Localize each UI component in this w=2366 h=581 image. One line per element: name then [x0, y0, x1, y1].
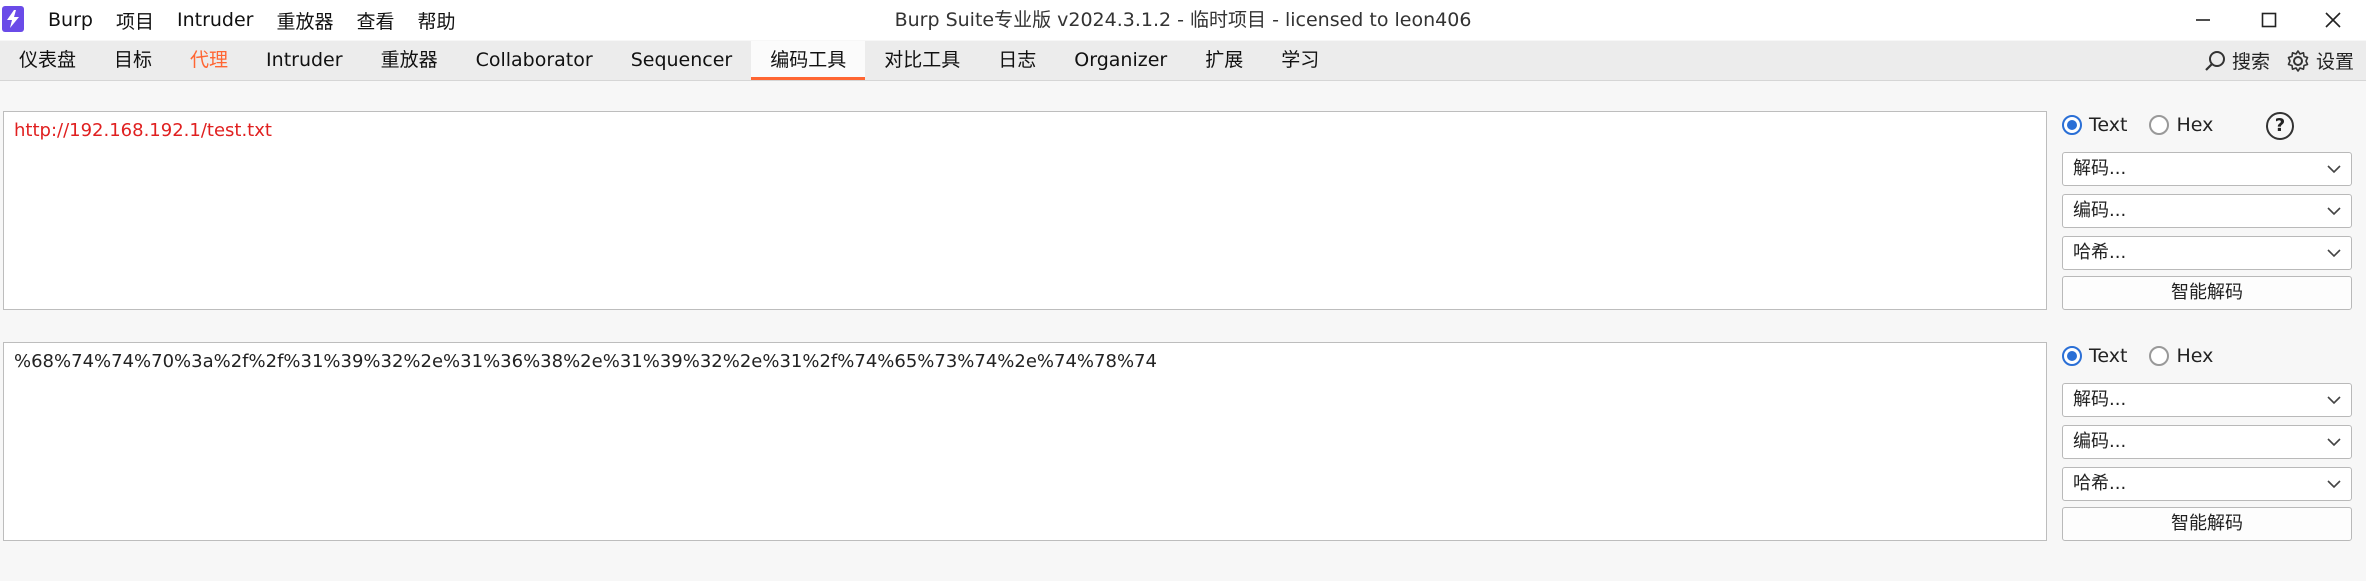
- tab-learn[interactable]: 学习: [1262, 41, 1338, 80]
- decode-as-label: 解码...: [2073, 389, 2127, 410]
- chevron-down-icon: [2327, 249, 2341, 258]
- chevron-down-icon: [2327, 165, 2341, 174]
- menu-view[interactable]: 查看: [357, 7, 395, 34]
- decode-as-label: 解码...: [2073, 158, 2127, 179]
- chevron-down-icon: [2327, 396, 2341, 405]
- smart-decode-button[interactable]: 智能解码: [2062, 507, 2352, 541]
- tab-intruder[interactable]: Intruder: [247, 41, 362, 80]
- menu-burp[interactable]: Burp: [48, 9, 93, 31]
- tab-extensions[interactable]: 扩展: [1186, 41, 1262, 80]
- encode-as-label: 编码...: [2073, 200, 2127, 221]
- chevron-down-icon: [2327, 480, 2341, 489]
- minimize-icon: [2196, 19, 2210, 21]
- hex-mode-label: Hex: [2176, 345, 2214, 367]
- search-label: 搜索: [2231, 51, 2270, 73]
- tab-collaborator[interactable]: Collaborator: [457, 41, 612, 80]
- text-mode-radio[interactable]: [2062, 346, 2082, 366]
- text-mode-label: Text: [2089, 345, 2128, 367]
- settings-button[interactable]: 设置: [2286, 47, 2354, 74]
- menu-help[interactable]: 帮助: [418, 7, 456, 34]
- menu-bar: Burp 项目 Intruder 重放器 查看 帮助: [48, 0, 479, 40]
- chevron-down-icon: [2327, 207, 2341, 216]
- chevron-down-icon: [2327, 438, 2341, 447]
- output-text-editor[interactable]: %68%74%74%70%3a%2f%2f%31%39%32%2e%31%36%…: [3, 342, 2047, 541]
- smart-decode-button[interactable]: 智能解码: [2062, 276, 2352, 310]
- tab-sequencer[interactable]: Sequencer: [612, 41, 752, 80]
- settings-label: 设置: [2315, 51, 2354, 73]
- gear-icon: [2287, 49, 2309, 72]
- minimize-button[interactable]: [2170, 0, 2236, 40]
- hash-label: 哈希...: [2073, 473, 2127, 494]
- search-icon: [2205, 50, 2225, 71]
- encode-as-dropdown[interactable]: 编码...: [2062, 194, 2352, 228]
- maximize-icon: [2261, 12, 2277, 28]
- input-text-editor[interactable]: http://192.168.192.1/test.txt: [3, 111, 2047, 310]
- tab-comparer[interactable]: 对比工具: [865, 41, 979, 80]
- help-icon[interactable]: ?: [2266, 112, 2294, 140]
- text-mode-radio[interactable]: [2062, 115, 2082, 135]
- main-tab-bar: 仪表盘 目标 代理 Intruder 重放器 Collaborator Sequ…: [0, 41, 2366, 81]
- hash-dropdown[interactable]: 哈希...: [2062, 236, 2352, 270]
- tab-organizer[interactable]: Organizer: [1055, 41, 1186, 80]
- hash-label: 哈希...: [2073, 242, 2127, 263]
- hex-mode-label: Hex: [2176, 114, 2214, 136]
- text-mode-label: Text: [2089, 114, 2128, 136]
- encode-as-label: 编码...: [2073, 431, 2127, 452]
- menu-project[interactable]: 项目: [116, 7, 154, 34]
- decode-as-dropdown[interactable]: 解码...: [2062, 383, 2352, 417]
- tab-proxy[interactable]: 代理: [171, 41, 247, 80]
- close-icon: [2325, 12, 2341, 28]
- menu-repeater[interactable]: 重放器: [276, 7, 333, 34]
- decode-as-dropdown[interactable]: 解码...: [2062, 152, 2352, 186]
- hex-mode-radio[interactable]: [2149, 115, 2170, 135]
- hash-dropdown[interactable]: 哈希...: [2062, 467, 2352, 501]
- decoder-panel-output: %68%74%74%70%3a%2f%2f%31%39%32%2e%31%36%…: [0, 341, 2366, 543]
- burp-logo-icon: [2, 6, 24, 32]
- encode-as-dropdown[interactable]: 编码...: [2062, 425, 2352, 459]
- tab-target[interactable]: 目标: [95, 41, 171, 80]
- decoder-panel-input: http://192.168.192.1/test.txt Text Hex ?…: [0, 110, 2366, 310]
- title-bar: Burp Suite专业版 v2024.3.1.2 - 临时项目 - licen…: [0, 0, 2366, 40]
- menu-intruder[interactable]: Intruder: [177, 9, 254, 31]
- close-button[interactable]: [2300, 0, 2366, 40]
- tab-dashboard[interactable]: 仪表盘: [0, 41, 95, 80]
- tab-repeater[interactable]: 重放器: [362, 41, 457, 80]
- hex-mode-radio[interactable]: [2149, 346, 2170, 366]
- maximize-button[interactable]: [2236, 0, 2302, 40]
- tab-decoder[interactable]: 编码工具: [751, 41, 866, 80]
- tab-logger[interactable]: 日志: [979, 41, 1055, 80]
- search-button[interactable]: 搜索: [2204, 47, 2270, 74]
